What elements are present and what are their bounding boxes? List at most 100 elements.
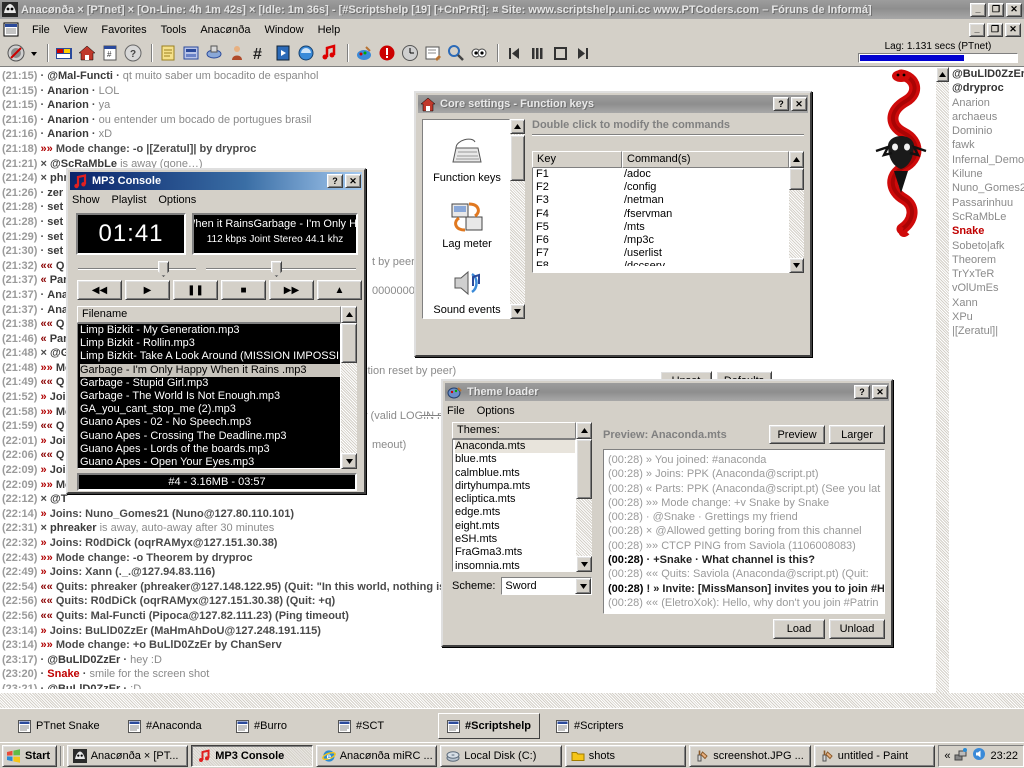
themes-scroll-thumb[interactable] (576, 439, 592, 499)
user-list-item[interactable]: Xann (952, 296, 1024, 310)
mp3-help-button[interactable]: ? (327, 174, 343, 188)
themes-list[interactable]: Anaconda.mtsblue.mtscalmblue.mtsdirtyhum… (452, 439, 576, 572)
theme-list-item[interactable]: edge.mts (455, 506, 575, 519)
channel-tab[interactable]: #Anaconda (120, 713, 210, 739)
find-icon[interactable] (446, 43, 466, 63)
addressbook-icon[interactable] (158, 43, 178, 63)
user-list[interactable]: @BuLlD0ZzEr@dryprocAnarionarchaeusDomini… (950, 67, 1024, 693)
theme-list-item[interactable]: dirtyhumpa.mts (455, 480, 575, 493)
function-key-row[interactable]: F4/fservman (536, 208, 788, 221)
playlist-column-filename[interactable]: Filename (77, 306, 341, 323)
user-list-item[interactable]: Passarinhuu (952, 196, 1024, 210)
channel-tab[interactable]: #Burro (228, 713, 295, 739)
mp3-menu-options[interactable]: Options (158, 194, 196, 206)
last-icon[interactable] (573, 43, 593, 63)
mdi-restore-button[interactable]: ❐ (987, 23, 1003, 37)
prev-track-button[interactable]: ◀◀ (77, 280, 122, 300)
menu-window[interactable]: Window (257, 22, 310, 38)
taskbar-button[interactable]: Local Disk (C:) (440, 745, 562, 767)
mp3-seek-knob[interactable] (158, 261, 169, 277)
category-function-keys[interactable]: Function keys (423, 120, 510, 186)
minimize-button[interactable]: _ (970, 3, 986, 17)
mp3-playlist[interactable]: Limp Bizkit - My Generation.mp3Limp Bizk… (77, 323, 341, 469)
core-settings-category-list[interactable]: Function keys Lag meter (422, 119, 510, 319)
channel-tab[interactable]: #SCT (330, 713, 392, 739)
larger-button[interactable]: Larger (829, 425, 885, 444)
user-list-item[interactable]: TrYxTeR (952, 267, 1024, 281)
user-list-item[interactable]: Infernal_Demon (952, 153, 1024, 167)
function-key-row[interactable]: F3/netman (536, 194, 788, 207)
unload-button[interactable]: Unload (829, 619, 885, 639)
user-list-item[interactable]: ScRaMbLe (952, 210, 1024, 224)
taskbar-button[interactable]: shots (565, 745, 687, 767)
load-button[interactable]: Load (773, 619, 825, 639)
theme-list-item[interactable]: calmblue.mts (455, 467, 575, 480)
mp3-close-button[interactable]: ✕ (345, 174, 361, 188)
menu-help[interactable]: Help (311, 22, 348, 38)
eject-button[interactable]: ▲ (317, 280, 362, 300)
user-list-item[interactable]: @BuLlD0ZzEr (952, 67, 1024, 81)
menu-tools[interactable]: Tools (154, 22, 194, 38)
function-key-row[interactable]: F2/config (536, 181, 788, 194)
user-list-item[interactable]: Nuno_Gomes21 (952, 181, 1024, 195)
clock-icon[interactable] (400, 43, 420, 63)
column-header-commands[interactable]: Command(s) (622, 151, 789, 168)
mp3-playlist-scroll-thumb[interactable] (341, 323, 357, 363)
function-key-row[interactable]: F1/adoc (536, 168, 788, 181)
function-key-row[interactable]: F6/mp3c (536, 234, 788, 247)
themes-scroll-down-button[interactable] (576, 556, 592, 572)
menu-favorites[interactable]: Favorites (94, 22, 153, 38)
userlist-scrollbar[interactable] (936, 67, 949, 693)
themes-scrollbar[interactable] (576, 439, 592, 572)
channel-tab[interactable]: #Scriptshelp (438, 713, 540, 739)
preview-button[interactable]: Preview (769, 425, 825, 444)
about-icon[interactable] (469, 43, 489, 63)
channels-folder-icon[interactable] (54, 43, 74, 63)
taskbar-button[interactable]: Anacønða × [PT... (67, 745, 189, 767)
playlist-item[interactable]: Garbage - I'm Only Happy When it Rains .… (80, 364, 340, 377)
function-keys-scroll-thumb[interactable] (789, 168, 804, 190)
mp3-volume-knob[interactable] (271, 261, 282, 277)
playlist-item[interactable]: Guano Apes - Crossing The Deadline.mp3 (80, 430, 340, 443)
scheme-select[interactable]: Sword (501, 577, 592, 595)
theme-list-item[interactable]: Anaconda.mts (455, 440, 575, 453)
theme-list-item[interactable]: blue.mts (455, 453, 575, 466)
user-icon[interactable] (227, 43, 247, 63)
user-list-item[interactable]: Dominio (952, 124, 1024, 138)
mp3-menu-playlist[interactable]: Playlist (112, 194, 147, 206)
chevron-down-icon[interactable] (575, 578, 591, 594)
function-key-row[interactable]: F8/dccserv (536, 260, 788, 266)
restore-button[interactable]: ❐ (988, 3, 1004, 17)
function-keys-scroll-down-button[interactable] (789, 258, 804, 273)
user-list-item[interactable]: Snake (952, 224, 1024, 238)
sound-icon[interactable] (296, 43, 316, 63)
category-sound-events[interactable]: Sound events (423, 252, 510, 318)
home-icon[interactable] (77, 43, 97, 63)
function-key-row[interactable]: F5/mts (536, 221, 788, 234)
menu-view[interactable]: View (57, 22, 95, 38)
theme-list-item[interactable]: insomnia.mts (455, 560, 575, 572)
category-scroll-thumb[interactable] (510, 135, 525, 181)
connect-icon[interactable] (6, 43, 26, 63)
playlist-item[interactable]: Garbage - Stupid Girl.mp3 (80, 377, 340, 390)
theme-list-item[interactable]: eight.mts (455, 520, 575, 533)
user-list-item[interactable]: vOlUmEs (952, 281, 1024, 295)
colors-icon[interactable] (354, 43, 374, 63)
user-list-item[interactable]: Theorem (952, 253, 1024, 267)
taskbar-button[interactable]: screenshot.JPG ... (689, 745, 811, 767)
next-track-button[interactable]: ▶▶ (269, 280, 314, 300)
playlist-item[interactable]: GA_you_cant_stop_me (2).mp3 (80, 403, 340, 416)
theme-menu-options[interactable]: Options (477, 405, 515, 417)
mp3-menu-show[interactable]: Show (72, 194, 100, 206)
playlist-item[interactable]: Guano Apes - Lords of the boards.mp3 (80, 443, 340, 456)
playlist-item[interactable]: Limp Bizkit- Take A Look Around (MISSION… (80, 350, 340, 363)
script-editor-icon[interactable] (423, 43, 443, 63)
pause-icon[interactable] (527, 43, 547, 63)
playlist-item[interactable]: Garbage - The World Is Not Enough.mp3 (80, 390, 340, 403)
core-settings-help-button[interactable]: ? (773, 97, 789, 111)
taskbar-button[interactable]: eAnacønða miRC ... (316, 745, 438, 767)
user-list-item[interactable]: Kilune (952, 167, 1024, 181)
clock[interactable]: 23:22 (990, 750, 1018, 762)
user-list-item[interactable]: XPu (952, 310, 1024, 324)
menu-anaconda[interactable]: Anacønða (193, 22, 257, 38)
